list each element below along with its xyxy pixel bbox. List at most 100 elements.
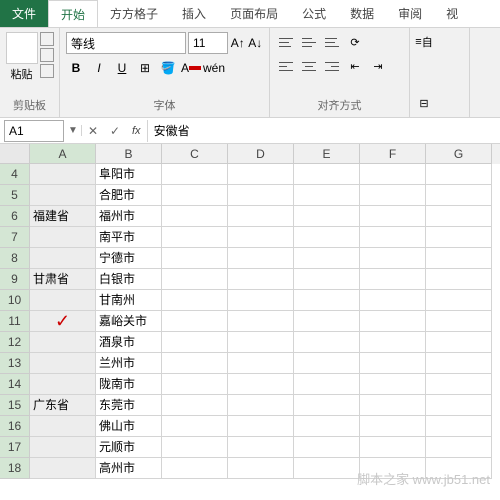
cell[interactable]: 白银市	[96, 269, 162, 290]
underline-button[interactable]: U	[112, 58, 132, 78]
row-header[interactable]: 18	[0, 458, 30, 479]
border-button[interactable]: ⊞	[135, 58, 155, 78]
col-header-d[interactable]: D	[228, 144, 294, 164]
cell[interactable]: 佛山市	[96, 416, 162, 437]
cell[interactable]	[228, 290, 294, 311]
align-middle-icon[interactable]	[299, 32, 319, 52]
cell[interactable]	[426, 374, 492, 395]
cell[interactable]	[294, 437, 360, 458]
cell[interactable]	[426, 437, 492, 458]
tab-review[interactable]: 审阅	[386, 0, 434, 27]
cell[interactable]	[360, 416, 426, 437]
cell[interactable]	[162, 206, 228, 227]
cell[interactable]	[228, 395, 294, 416]
cell[interactable]	[294, 185, 360, 206]
cell[interactable]: 东莞市	[96, 395, 162, 416]
tab-grid-tools[interactable]: 方方格子	[98, 0, 170, 27]
paste-icon[interactable]	[6, 32, 38, 64]
cell[interactable]	[360, 353, 426, 374]
font-size-select[interactable]	[188, 32, 228, 54]
cell[interactable]	[426, 185, 492, 206]
cell[interactable]: ✓	[30, 311, 96, 332]
cell[interactable]	[426, 416, 492, 437]
cell[interactable]	[228, 353, 294, 374]
cell[interactable]	[294, 332, 360, 353]
align-right-icon[interactable]	[322, 56, 342, 76]
bold-button[interactable]: B	[66, 58, 86, 78]
wrap-text-button[interactable]: ≡ 自	[414, 32, 434, 52]
cell[interactable]	[294, 416, 360, 437]
align-center-icon[interactable]	[299, 56, 319, 76]
cell[interactable]	[360, 248, 426, 269]
cell[interactable]	[228, 332, 294, 353]
row-header[interactable]: 8	[0, 248, 30, 269]
row-header[interactable]: 12	[0, 332, 30, 353]
col-header-a[interactable]: A	[30, 144, 96, 164]
cell[interactable]: 酒泉市	[96, 332, 162, 353]
merge-button[interactable]: ⊟	[414, 93, 434, 113]
cell[interactable]	[294, 269, 360, 290]
cell[interactable]	[294, 164, 360, 185]
row-header[interactable]: 16	[0, 416, 30, 437]
cell[interactable]: 宁德市	[96, 248, 162, 269]
cell[interactable]	[426, 332, 492, 353]
cell[interactable]	[360, 227, 426, 248]
cell[interactable]	[426, 353, 492, 374]
align-left-icon[interactable]	[276, 56, 296, 76]
cell[interactable]	[426, 227, 492, 248]
cell[interactable]	[228, 458, 294, 479]
copy-icon[interactable]	[40, 48, 54, 62]
col-header-f[interactable]: F	[360, 144, 426, 164]
cell[interactable]	[360, 437, 426, 458]
cell[interactable]	[360, 164, 426, 185]
cell[interactable]	[162, 332, 228, 353]
cell[interactable]	[426, 206, 492, 227]
tab-view[interactable]: 视	[434, 0, 470, 27]
cell[interactable]	[162, 311, 228, 332]
tab-formula[interactable]: 公式	[290, 0, 338, 27]
cell[interactable]	[228, 185, 294, 206]
cell[interactable]: 兰州市	[96, 353, 162, 374]
cell[interactable]	[228, 416, 294, 437]
cell[interactable]	[426, 269, 492, 290]
tab-page-layout[interactable]: 页面布局	[218, 0, 290, 27]
phonetic-button[interactable]: wén	[204, 58, 224, 78]
cell[interactable]	[162, 164, 228, 185]
cell[interactable]	[360, 290, 426, 311]
tab-file[interactable]: 文件	[0, 0, 48, 27]
row-header[interactable]: 4	[0, 164, 30, 185]
cell[interactable]	[228, 227, 294, 248]
cut-icon[interactable]	[40, 32, 54, 46]
cancel-icon[interactable]: ✕	[82, 124, 104, 138]
cell[interactable]	[426, 248, 492, 269]
increase-indent-icon[interactable]: ⇥	[368, 56, 388, 76]
cell[interactable]	[426, 458, 492, 479]
cell[interactable]	[294, 311, 360, 332]
cell[interactable]	[228, 164, 294, 185]
cell[interactable]	[30, 227, 96, 248]
name-box[interactable]: A1	[4, 120, 64, 142]
enter-icon[interactable]: ✓	[104, 124, 126, 138]
col-header-c[interactable]: C	[162, 144, 228, 164]
row-header[interactable]: 6	[0, 206, 30, 227]
font-color-button[interactable]: A	[181, 58, 201, 78]
cell[interactable]	[162, 395, 228, 416]
cell[interactable]	[30, 353, 96, 374]
cell[interactable]: 嘉峪关市	[96, 311, 162, 332]
cell[interactable]	[360, 374, 426, 395]
cell[interactable]: 陇南市	[96, 374, 162, 395]
fill-color-button[interactable]: 🪣	[158, 58, 178, 78]
row-header[interactable]: 13	[0, 353, 30, 374]
cell[interactable]	[228, 437, 294, 458]
row-header[interactable]: 11	[0, 311, 30, 332]
cell[interactable]	[162, 248, 228, 269]
cell[interactable]	[228, 248, 294, 269]
col-header-b[interactable]: B	[96, 144, 162, 164]
cell[interactable]	[30, 164, 96, 185]
italic-button[interactable]: I	[89, 58, 109, 78]
cell[interactable]	[294, 395, 360, 416]
fx-icon[interactable]: fx	[126, 125, 147, 137]
row-header[interactable]: 14	[0, 374, 30, 395]
cell[interactable]: 广东省	[30, 395, 96, 416]
cell[interactable]	[162, 269, 228, 290]
